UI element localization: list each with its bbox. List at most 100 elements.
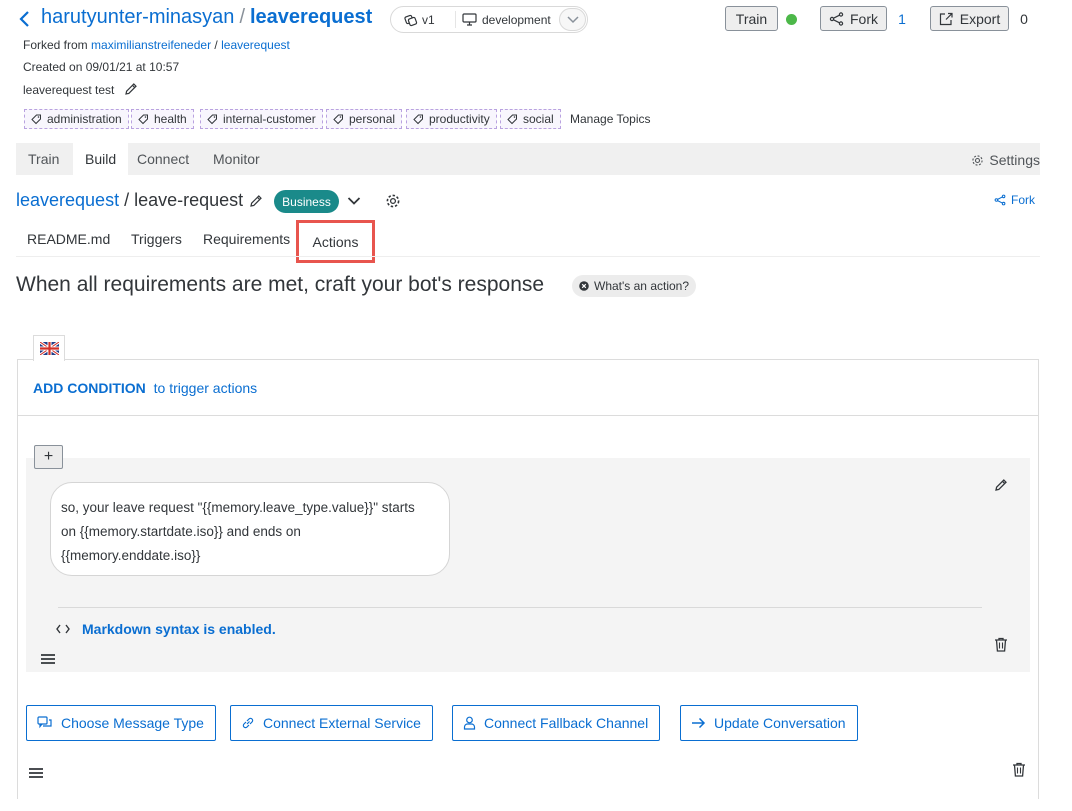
tag-icon (333, 114, 343, 124)
skill-tab-readme[interactable]: README.md (27, 231, 110, 247)
export-icon (939, 12, 953, 25)
edit-message-pencil-icon[interactable] (994, 478, 1008, 492)
forked-from-line: Forked from maximilianstreifeneder / lea… (23, 38, 290, 52)
fork-button-label: Fork (850, 10, 878, 27)
delete-action-trash-icon[interactable] (1012, 762, 1026, 777)
add-condition-link[interactable]: ADD CONDITION to trigger actions (33, 380, 257, 396)
whats-an-action-label: What's an action? (594, 279, 690, 293)
skill-tabs-divider (16, 256, 1040, 257)
forked-from-repo-link[interactable]: leaverequest (221, 38, 290, 52)
tag-icon (413, 114, 423, 124)
bot-breadcrumb-link[interactable]: leaverequest (16, 190, 119, 211)
update-conversation-button[interactable]: Update Conversation (680, 705, 858, 741)
title-separator: / (239, 6, 245, 28)
version-tag-icon (404, 14, 418, 27)
main-tab-bar: Train Build Connect Monitor (16, 143, 1040, 175)
version-label: v1 (404, 13, 435, 27)
environment-text: development (482, 12, 551, 27)
connect-fallback-channel-label: Connect Fallback Channel (484, 715, 649, 731)
training-status-dot (786, 14, 797, 25)
skill-fork-link[interactable]: Fork (994, 193, 1035, 207)
environment-label: development (455, 11, 557, 28)
topic-label: social (523, 112, 554, 126)
skill-name: leave-request (134, 190, 244, 210)
code-brackets-icon (56, 624, 70, 634)
topic-tag-health[interactable]: health (131, 109, 194, 129)
manage-topics-link[interactable]: Manage Topics (570, 112, 651, 126)
version-text: v1 (422, 13, 435, 27)
owner-link[interactable]: harutyunter-minasyan (41, 6, 234, 28)
close-circle-icon (579, 281, 589, 291)
version-environment-selector[interactable]: v1 development (390, 6, 588, 33)
tab-train[interactable]: Train (16, 143, 71, 175)
person-icon (463, 716, 476, 730)
tag-icon (507, 114, 517, 124)
export-button-label: Export (959, 10, 1001, 27)
skill-settings-gear-icon[interactable] (385, 193, 401, 209)
topic-label: internal-customer (223, 112, 316, 126)
fork-count[interactable]: 1 (887, 6, 917, 32)
choose-message-type-button[interactable]: Choose Message Type (26, 705, 216, 741)
train-button-label: Train (735, 10, 768, 27)
tab-monitor[interactable]: Monitor (201, 143, 272, 175)
created-date: Created on 09/01/21 at 10:57 (23, 60, 180, 74)
edit-description-pencil-icon[interactable] (124, 82, 138, 96)
topic-label: productivity (429, 112, 490, 126)
back-chevron-icon[interactable] (16, 9, 34, 29)
add-condition-label: ADD CONDITION (33, 380, 146, 396)
settings-link[interactable]: Settings (971, 152, 1040, 168)
skill-tab-triggers[interactable]: Triggers (131, 231, 182, 247)
fork-icon (994, 194, 1006, 206)
message-line-3: {{memory.enddate.iso}} (61, 548, 201, 563)
message-bubble[interactable]: so, your leave request "{{memory.leave_t… (50, 482, 450, 576)
page-heading: When all requirements are met, craft you… (16, 273, 545, 296)
skill-breadcrumb: leaverequest / leave-request (16, 190, 243, 211)
breadcrumb-separator: / (124, 190, 130, 210)
message-line-1: so, your leave request "{{memory.leave_t… (61, 500, 415, 515)
environment-dropdown-button[interactable] (559, 8, 586, 31)
export-button[interactable]: Export (930, 6, 1009, 31)
drag-handle-action-icon[interactable] (29, 767, 43, 779)
repo-link[interactable]: leaverequest (250, 6, 372, 28)
train-button[interactable]: Train (725, 6, 778, 31)
tab-connect[interactable]: Connect (125, 143, 201, 175)
skill-menu-chevron-down-icon[interactable] (347, 196, 361, 206)
topic-tag-personal[interactable]: personal (326, 109, 403, 129)
message-line-2: on {{memory.startdate.iso}} and ends on (61, 524, 301, 539)
message-bubbles-icon (37, 716, 52, 729)
forked-from-sep: / (214, 38, 218, 52)
choose-message-type-label: Choose Message Type (61, 715, 204, 731)
skill-type-badge: Business (274, 190, 339, 213)
topic-label: health (154, 112, 187, 126)
topic-tag-administration[interactable]: administration (24, 109, 129, 129)
uk-flag-icon (39, 342, 59, 355)
language-tab-en[interactable] (33, 335, 65, 361)
settings-label: Settings (989, 152, 1040, 168)
connect-fallback-channel-button[interactable]: Connect Fallback Channel (452, 705, 661, 741)
topic-tag-productivity[interactable]: productivity (406, 109, 497, 129)
fork-button[interactable]: Fork (820, 6, 887, 31)
tab-build[interactable]: Build (73, 143, 129, 175)
connect-external-service-button[interactable]: Connect External Service (230, 705, 433, 741)
topic-tag-social[interactable]: social (500, 109, 561, 129)
markdown-note: Markdown syntax is enabled. (56, 621, 276, 637)
link-icon (242, 717, 254, 729)
topic-label: administration (47, 112, 122, 126)
skill-tab-requirements[interactable]: Requirements (203, 231, 290, 247)
edit-skill-pencil-icon[interactable] (249, 194, 263, 208)
forked-from-user-link[interactable]: maximilianstreifeneder (91, 38, 211, 52)
bot-description: leaverequest test (23, 83, 115, 97)
chevron-down-icon (566, 15, 579, 23)
drag-handle-message-icon[interactable] (41, 653, 55, 665)
export-count: 0 (1009, 6, 1039, 32)
markdown-note-text: Markdown syntax is enabled. (82, 621, 276, 637)
tag-icon (31, 114, 41, 124)
markdown-divider (58, 607, 982, 608)
whats-an-action-button[interactable]: What's an action? (572, 275, 697, 297)
delete-message-trash-icon[interactable] (994, 637, 1008, 652)
forked-from-prefix: Forked from (23, 38, 88, 52)
add-message-plus-button[interactable]: + (34, 445, 63, 469)
topic-tag-internal-customer[interactable]: internal-customer (200, 109, 323, 129)
topic-label: personal (349, 112, 396, 126)
skill-fork-label: Fork (1011, 193, 1035, 207)
